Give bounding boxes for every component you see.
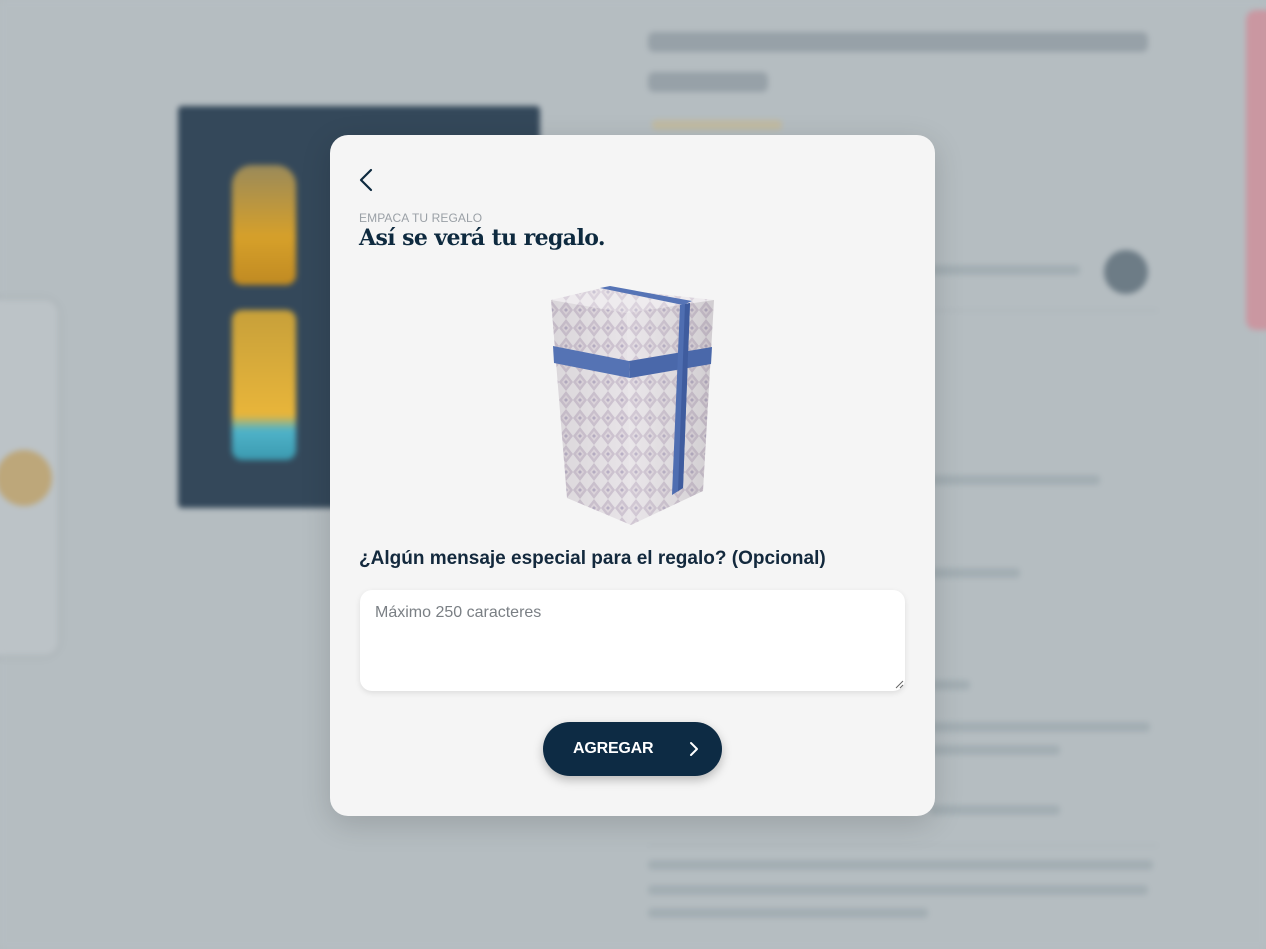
- background-product-title: [648, 32, 1148, 52]
- background-text: [930, 680, 970, 690]
- gift-message-question: ¿Algún mensaje especial para el regalo? …: [359, 548, 826, 569]
- background-text: [930, 475, 1100, 485]
- background-divider: [648, 845, 1158, 846]
- back-button[interactable]: [354, 165, 378, 195]
- modal-title: Así se verá tu regalo.: [359, 225, 606, 251]
- background-text: [930, 568, 1020, 578]
- background-text: [648, 860, 1153, 870]
- resize-grip-icon[interactable]: [894, 679, 904, 689]
- gift-wrap-modal: EMPACA TU REGALO Así se verá tu regalo.: [330, 135, 935, 816]
- background-button: [1104, 250, 1148, 294]
- background-bottle: [232, 165, 296, 285]
- chevron-left-icon: [359, 168, 373, 192]
- chevron-right-icon: [690, 742, 698, 756]
- background-text: [930, 805, 1060, 815]
- add-button-label: AGREGAR: [573, 740, 654, 757]
- background-bottle: [232, 310, 296, 460]
- add-button[interactable]: AGREGAR: [543, 722, 722, 776]
- gift-message-input[interactable]: [360, 590, 905, 691]
- background-text: [930, 722, 1150, 732]
- background-text: [930, 265, 1080, 275]
- gift-box-image: [551, 286, 714, 525]
- section-eyebrow: EMPACA TU REGALO: [359, 211, 483, 225]
- background-side-banner: [1246, 10, 1266, 330]
- background-text: [648, 908, 928, 918]
- background-rating: [652, 120, 782, 130]
- background-product-title: [648, 72, 768, 92]
- background-text: [930, 745, 1060, 755]
- background-text: [648, 885, 1148, 895]
